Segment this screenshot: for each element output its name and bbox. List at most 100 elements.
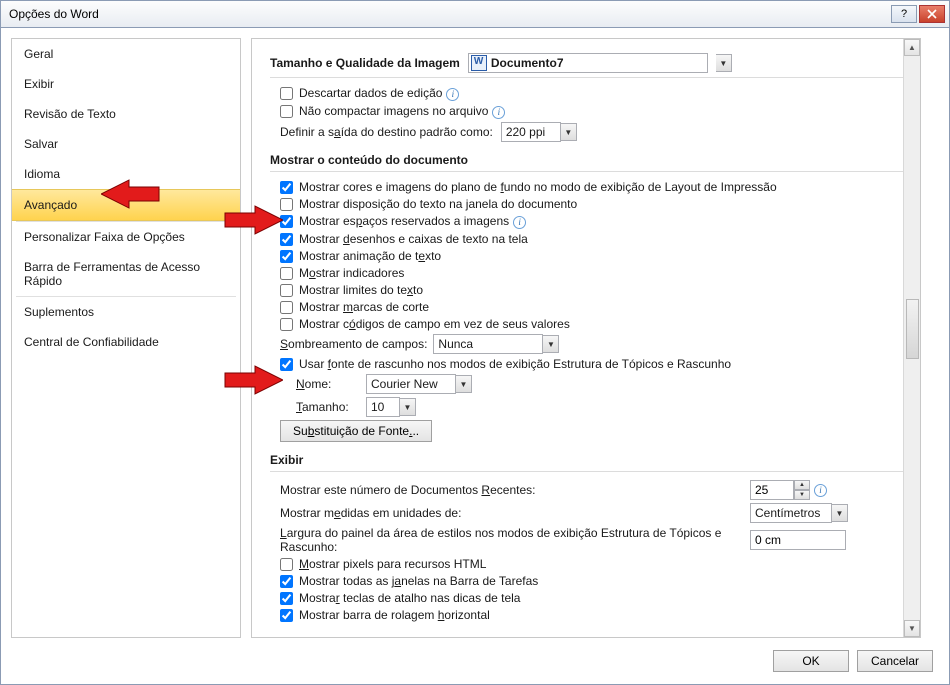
checkbox-discard-edit[interactable] bbox=[280, 87, 293, 100]
row-discard-edit: Descartar dados de ediçãoi bbox=[280, 86, 908, 101]
scrollbar-vertical[interactable]: ▲ ▼ bbox=[903, 39, 920, 637]
scroll-down-button[interactable]: ▼ bbox=[904, 620, 920, 637]
cancel-label: Cancelar bbox=[871, 654, 919, 668]
checkbox-show-wrap[interactable] bbox=[280, 198, 293, 211]
sidebar-item-qat[interactable]: Barra de Ferramentas de Acesso Rápido bbox=[12, 252, 240, 296]
select-font-name-dropdown[interactable]: ▼ bbox=[456, 375, 472, 393]
sidebar-item-addins[interactable]: Suplementos bbox=[12, 297, 240, 327]
info-icon[interactable]: i bbox=[446, 88, 459, 101]
window-title: Opções do Word bbox=[9, 7, 889, 21]
sidebar-label: Avançado bbox=[24, 198, 77, 212]
row-units: Mostrar medidas em unidades de: Centímet… bbox=[280, 503, 908, 523]
select-font-size[interactable]: 10 bbox=[366, 397, 400, 417]
select-field-shading-dropdown[interactable]: ▼ bbox=[543, 335, 559, 353]
label-show-hscroll: Mostrar barra de rolagem horizontal bbox=[299, 608, 490, 622]
checkbox-show-bg[interactable] bbox=[280, 181, 293, 194]
select-value: Centímetros bbox=[755, 506, 820, 520]
select-units-dropdown[interactable]: ▼ bbox=[832, 504, 848, 522]
main-panel: Tamanho e Qualidade da Imagem Documento7… bbox=[251, 38, 921, 638]
label-show-wrap: Mostrar disposição do texto na janela do… bbox=[299, 197, 577, 211]
select-value: 220 ppi bbox=[506, 125, 545, 139]
checkbox-show-indicators[interactable] bbox=[280, 267, 293, 280]
titlebar: Opções do Word ? bbox=[0, 0, 950, 28]
info-icon[interactable]: i bbox=[492, 106, 505, 119]
label-field-shading: Sombreamento de campos: bbox=[280, 337, 427, 351]
spinner-down[interactable]: ▼ bbox=[794, 490, 810, 500]
input-style-pane-width[interactable] bbox=[750, 530, 846, 550]
ok-button[interactable]: OK bbox=[773, 650, 849, 672]
checkbox-no-compress[interactable] bbox=[280, 105, 293, 118]
sidebar-label: Barra de Ferramentas de Acesso Rápido bbox=[24, 260, 200, 288]
footer-buttons: OK Cancelar bbox=[773, 650, 933, 672]
sidebar-item-proofing[interactable]: Revisão de Texto bbox=[12, 99, 240, 129]
sidebar-item-language[interactable]: Idioma bbox=[12, 159, 240, 189]
label-style-pane: Largura do painel da área de estilos nos… bbox=[280, 526, 750, 554]
section-title-label: Mostrar o conteúdo do documento bbox=[270, 153, 468, 167]
checkbox-show-hscroll[interactable] bbox=[280, 609, 293, 622]
ok-label: OK bbox=[802, 654, 819, 668]
checkbox-draft-font[interactable] bbox=[280, 358, 293, 371]
row-field-shading: Sombreamento de campos: Nunca ▼ bbox=[280, 334, 908, 354]
label-show-shortcuts: Mostrar teclas de atalho nas dicas de te… bbox=[299, 591, 520, 605]
checkbox-show-drawings[interactable] bbox=[280, 233, 293, 246]
select-value: 10 bbox=[371, 400, 384, 414]
sidebar-label: Suplementos bbox=[24, 305, 94, 319]
label-show-textlimits: Mostrar limites do texto bbox=[299, 283, 423, 297]
checkbox-show-textani[interactable] bbox=[280, 250, 293, 263]
label-show-pixels: Mostrar pixels para recursos HTML bbox=[299, 557, 486, 571]
sidebar-label: Idioma bbox=[24, 167, 60, 181]
select-dest-output[interactable]: 220 ppi bbox=[501, 122, 561, 142]
sidebar-item-trust-center[interactable]: Central de Confiabilidade bbox=[12, 327, 240, 357]
sidebar-item-save[interactable]: Salvar bbox=[12, 129, 240, 159]
checkbox-show-pixels[interactable] bbox=[280, 558, 293, 571]
scroll-up-button[interactable]: ▲ bbox=[904, 39, 920, 56]
label-units: Mostrar medidas em unidades de: bbox=[280, 506, 750, 520]
select-field-shading[interactable]: Nunca bbox=[433, 334, 543, 354]
section-title-label: Exibir bbox=[270, 453, 303, 467]
sidebar-item-advanced[interactable]: Avançado bbox=[12, 189, 240, 221]
row-no-compress: Não compactar imagens no arquivoi bbox=[280, 104, 908, 119]
label-discard-edit: Descartar dados de ediçãoi bbox=[299, 86, 459, 101]
label-draft-font: Usar fonte de rascunho nos modos de exib… bbox=[299, 357, 731, 371]
sidebar: Geral Exibir Revisão de Texto Salvar Idi… bbox=[11, 38, 241, 638]
info-icon[interactable]: i bbox=[513, 216, 526, 229]
sidebar-item-display[interactable]: Exibir bbox=[12, 69, 240, 99]
sidebar-item-general[interactable]: Geral bbox=[12, 39, 240, 69]
checkbox-show-fieldcodes[interactable] bbox=[280, 318, 293, 331]
select-value: Nunca bbox=[438, 337, 473, 351]
select-units[interactable]: Centímetros bbox=[750, 503, 832, 523]
sidebar-label: Exibir bbox=[24, 77, 54, 91]
label-font-size: Tamanho: bbox=[296, 400, 366, 414]
sidebar-label: Salvar bbox=[24, 137, 58, 151]
label-show-indicators: Mostrar indicadores bbox=[299, 266, 404, 280]
section-title-label: Tamanho e Qualidade da Imagem bbox=[270, 56, 460, 70]
label-show-taskbar: Mostrar todas as janelas na Barra de Tar… bbox=[299, 574, 538, 588]
label-show-textani: Mostrar animação de texto bbox=[299, 249, 441, 263]
sidebar-item-customize-ribbon[interactable]: Personalizar Faixa de Opções bbox=[12, 222, 240, 252]
checkbox-show-shortcuts[interactable] bbox=[280, 592, 293, 605]
checkbox-show-taskbar[interactable] bbox=[280, 575, 293, 588]
section-document-content: Mostrar o conteúdo do documento bbox=[270, 145, 908, 172]
scroll-thumb[interactable] bbox=[906, 299, 919, 359]
checkbox-show-cropmarks[interactable] bbox=[280, 301, 293, 314]
label-font-name: Nome: bbox=[296, 377, 366, 391]
spinner-up[interactable]: ▲ bbox=[794, 480, 810, 490]
font-substitution-button[interactable]: Substituição de Fonte... bbox=[280, 420, 432, 442]
word-doc-icon bbox=[471, 55, 487, 71]
dialog-body: Geral Exibir Revisão de Texto Salvar Idi… bbox=[0, 28, 950, 685]
select-font-size-dropdown[interactable]: ▼ bbox=[400, 398, 416, 416]
checkbox-show-textlimits[interactable] bbox=[280, 284, 293, 297]
select-value: Courier New bbox=[371, 377, 438, 391]
checkbox-show-placeholders[interactable] bbox=[280, 215, 293, 228]
help-button[interactable]: ? bbox=[891, 5, 917, 23]
document-selector-dropdown[interactable]: ▼ bbox=[716, 54, 732, 72]
row-style-pane: Largura do painel da área de estilos nos… bbox=[280, 526, 908, 554]
input-recent-docs[interactable] bbox=[750, 480, 794, 500]
select-dest-output-dropdown[interactable]: ▼ bbox=[561, 123, 577, 141]
close-button[interactable] bbox=[919, 5, 945, 23]
select-font-name[interactable]: Courier New bbox=[366, 374, 456, 394]
document-selector[interactable]: Documento7 bbox=[468, 53, 708, 73]
sidebar-label: Central de Confiabilidade bbox=[24, 335, 159, 349]
cancel-button[interactable]: Cancelar bbox=[857, 650, 933, 672]
info-icon[interactable]: i bbox=[814, 484, 827, 497]
